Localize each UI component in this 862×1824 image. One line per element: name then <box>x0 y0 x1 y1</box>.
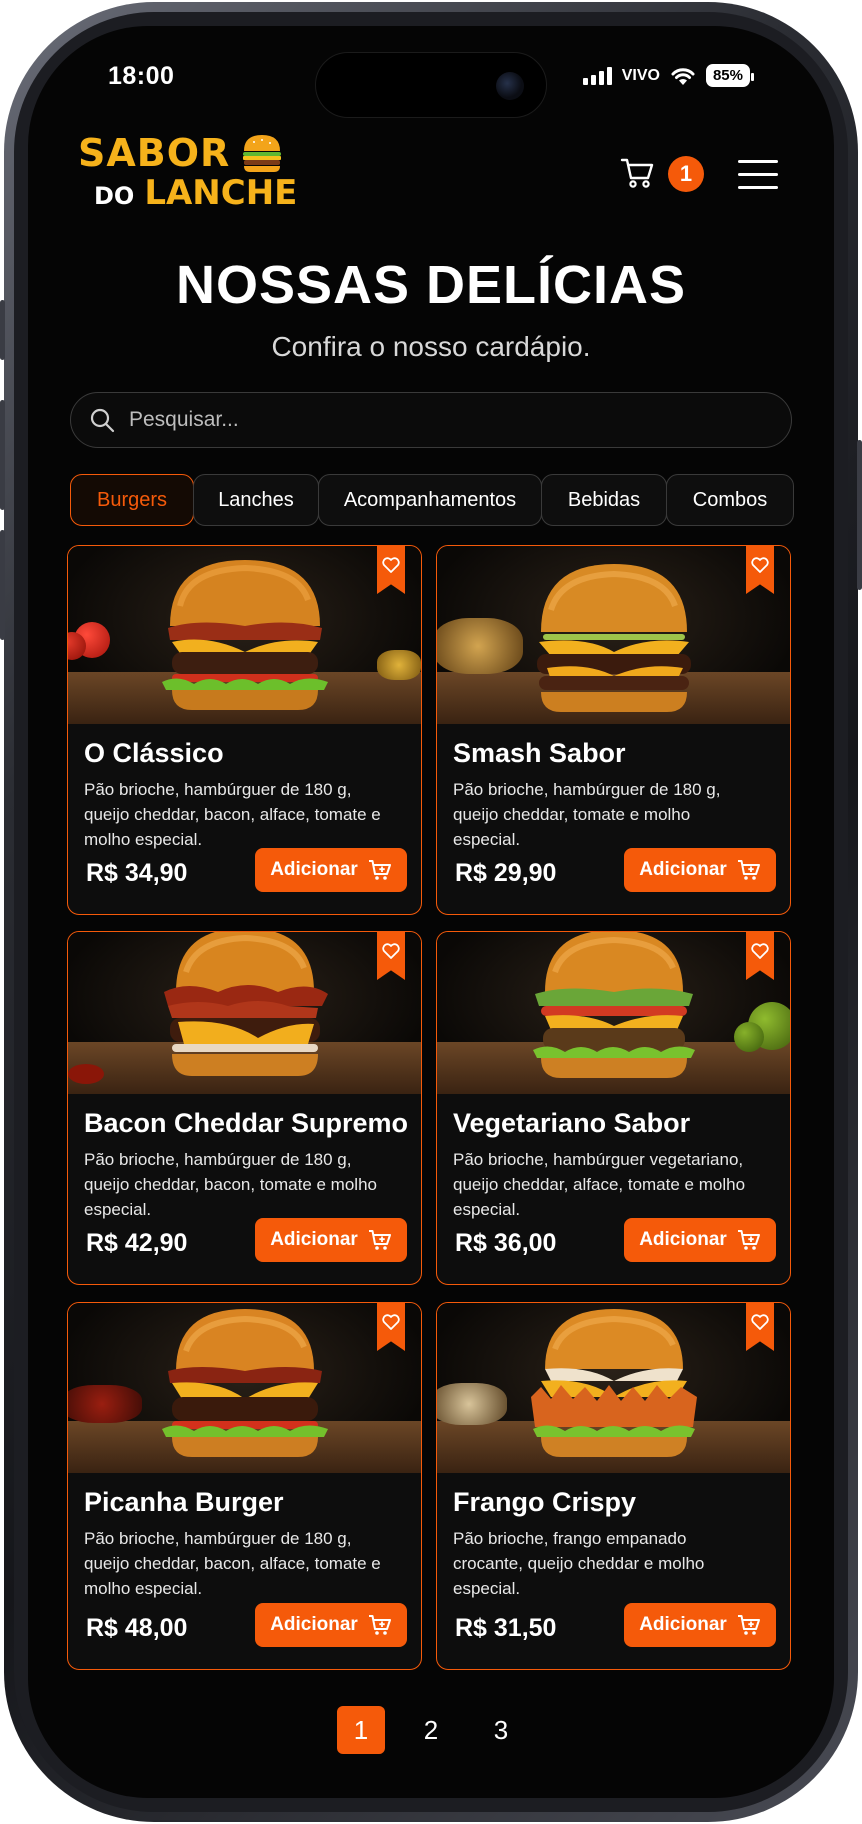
product-description: Pão brioche, hambúrguer de 180 g, queijo… <box>84 780 381 849</box>
cart-plus-icon <box>368 1230 391 1250</box>
page-3-button[interactable]: 3 <box>477 1706 525 1754</box>
product-image <box>68 932 421 1094</box>
product-name: O Clássico <box>84 738 224 768</box>
cart-plus-icon <box>737 1615 760 1635</box>
tab-burgers[interactable]: Burgers <box>70 474 194 526</box>
cart-plus-icon <box>737 1230 760 1250</box>
add-button-label: Adicionar <box>270 859 358 880</box>
camera-icon <box>496 72 524 100</box>
search-bar[interactable] <box>70 392 792 448</box>
favorite-heart-icon[interactable] <box>377 546 405 594</box>
product-image <box>437 932 790 1094</box>
page-subtitle: Confira o nosso cardápio. <box>271 331 591 362</box>
add-to-cart-button[interactable]: Adicionar <box>624 1218 776 1262</box>
signal-icon <box>582 66 612 85</box>
product-name: Picanha Burger <box>84 1487 284 1517</box>
product-name: Frango Crispy <box>453 1487 637 1517</box>
brand-line1: SABOR <box>78 132 297 174</box>
product-price: R$ 42,90 <box>86 1229 188 1257</box>
volume-up-button <box>0 400 5 510</box>
product-description: Pão brioche, hambúrguer de 180 g, queijo… <box>453 780 721 849</box>
product-image <box>437 1303 790 1473</box>
favorite-heart-icon[interactable] <box>377 1303 405 1351</box>
product-card[interactable]: Bacon Cheddar Supremo Pão brioche, hambú… <box>67 931 422 1285</box>
product-info: Frango Crispy Pão brioche, frango empana… <box>437 1473 790 1669</box>
product-image <box>437 546 790 724</box>
product-description: Pão brioche, hambúrguer vegetariano, que… <box>453 1150 746 1219</box>
brand-logo[interactable]: SABOR DO LANCHE <box>78 132 297 215</box>
product-price: R$ 34,90 <box>86 859 188 887</box>
search-input[interactable] <box>129 408 729 432</box>
burger-logo-icon <box>243 135 282 172</box>
product-info: Bacon Cheddar Supremo Pão brioche, hambú… <box>68 1094 421 1284</box>
product-description: Pão brioche, hambúrguer de 180 g, queijo… <box>84 1529 381 1598</box>
battery-indicator: 85% <box>705 64 755 87</box>
app-screen: 18:00 VIVO 85% SABOR DO LANCHE 1 NOSSAS … <box>28 26 834 1798</box>
status-time: 18:00 <box>108 62 175 90</box>
tab-lanches[interactable]: Lanches <box>193 474 319 526</box>
product-info: O Clássico Pão brioche, hambúrguer de 18… <box>68 724 421 914</box>
hamburger-menu-icon[interactable] <box>738 160 778 190</box>
cart-plus-icon <box>737 860 760 880</box>
product-image <box>68 1303 421 1473</box>
pagination: 1 2 3 <box>28 1706 834 1754</box>
favorite-heart-icon[interactable] <box>746 1303 774 1351</box>
product-name: Smash Sabor <box>453 738 626 768</box>
product-info: Vegetariano Sabor Pão brioche, hambúrgue… <box>437 1094 790 1284</box>
product-name: Vegetariano Sabor <box>453 1108 691 1138</box>
product-price: R$ 31,50 <box>455 1614 557 1642</box>
add-to-cart-button[interactable]: Adicionar <box>255 1603 407 1647</box>
product-info: Smash Sabor Pão brioche, hambúrguer de 1… <box>437 724 790 914</box>
carrier-label: VIVO <box>621 66 660 84</box>
wifi-icon <box>671 67 695 85</box>
add-button-label: Adicionar <box>639 859 727 880</box>
product-card[interactable]: Picanha Burger Pão brioche, hambúrguer d… <box>67 1302 422 1670</box>
status-indicators: VIVO 85% <box>582 64 755 87</box>
product-info: Picanha Burger Pão brioche, hambúrguer d… <box>68 1473 421 1669</box>
add-to-cart-button[interactable]: Adicionar <box>255 848 407 892</box>
add-button-label: Adicionar <box>639 1229 727 1250</box>
add-button-label: Adicionar <box>639 1614 727 1635</box>
add-to-cart-button[interactable]: Adicionar <box>624 848 776 892</box>
add-to-cart-button[interactable]: Adicionar <box>624 1603 776 1647</box>
product-card[interactable]: Frango Crispy Pão brioche, frango empana… <box>436 1302 791 1670</box>
tab-bebidas[interactable]: Bebidas <box>541 474 667 526</box>
favorite-heart-icon[interactable] <box>377 932 405 980</box>
product-card[interactable]: O Clássico Pão brioche, hambúrguer de 18… <box>67 545 422 915</box>
product-card[interactable]: Vegetariano Sabor Pão brioche, hambúrgue… <box>436 931 791 1285</box>
page-title: NOSSAS DELÍCIAS <box>175 255 687 315</box>
favorite-heart-icon[interactable] <box>746 546 774 594</box>
brand-line2: DO LANCHE <box>94 174 297 215</box>
brand-text-sabor: SABOR <box>78 131 231 175</box>
product-description: Pão brioche, frango empanado crocante, q… <box>453 1529 705 1598</box>
product-name: Bacon Cheddar Supremo <box>84 1108 409 1138</box>
cart-icon[interactable] <box>620 156 656 190</box>
cart-plus-icon <box>368 1615 391 1635</box>
product-price: R$ 36,00 <box>455 1229 557 1257</box>
tab-combos[interactable]: Combos <box>666 474 794 526</box>
volume-down-button <box>0 530 5 640</box>
product-description: Pão brioche, hambúrguer de 180 g, queijo… <box>84 1150 377 1219</box>
brand-text-lanche: LANCHE <box>144 173 298 213</box>
product-price: R$ 29,90 <box>455 859 557 887</box>
mute-switch <box>0 300 5 360</box>
page-1-button[interactable]: 1 <box>337 1706 385 1754</box>
product-card[interactable]: Smash Sabor Pão brioche, hambúrguer de 1… <box>436 545 791 915</box>
page-2-button[interactable]: 2 <box>407 1706 455 1754</box>
power-button <box>857 440 862 590</box>
dynamic-island <box>315 52 547 118</box>
tab-acompanhamentos[interactable]: Acompanhamentos <box>318 474 542 526</box>
add-button-label: Adicionar <box>270 1614 358 1635</box>
search-icon <box>90 408 115 433</box>
product-image <box>68 546 421 724</box>
product-price: R$ 48,00 <box>86 1614 188 1642</box>
cart-plus-icon <box>368 860 391 880</box>
add-to-cart-button[interactable]: Adicionar <box>255 1218 407 1262</box>
favorite-heart-icon[interactable] <box>746 932 774 980</box>
add-button-label: Adicionar <box>270 1229 358 1250</box>
category-tabs: Burgers Lanches Acompanhamentos Bebidas … <box>70 474 794 526</box>
cart-count-badge[interactable]: 1 <box>668 156 704 192</box>
brand-text-do: DO <box>94 182 135 210</box>
